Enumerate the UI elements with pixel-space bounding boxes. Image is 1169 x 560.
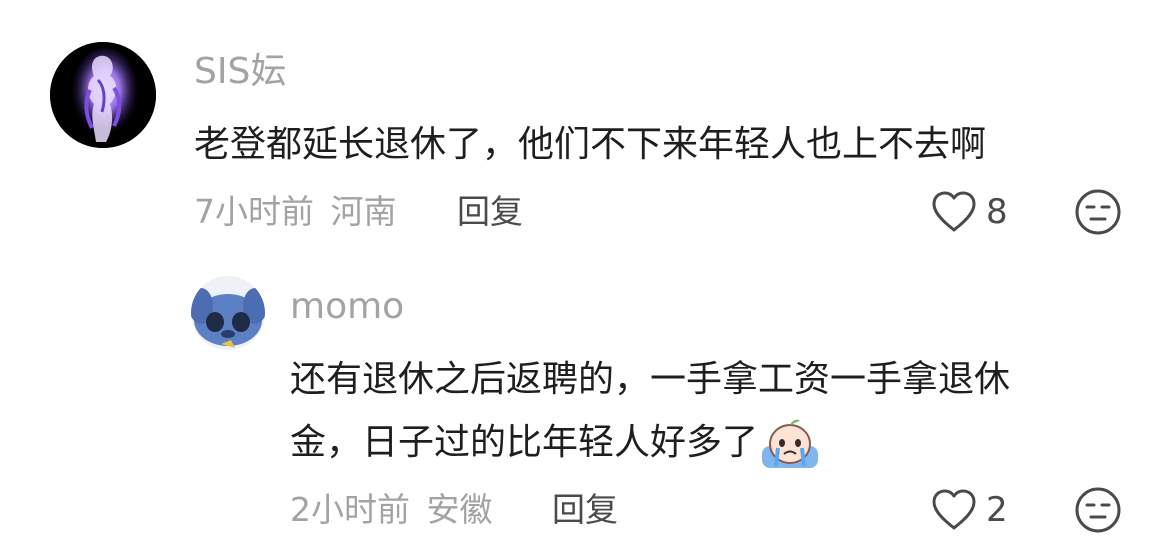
reply-dislike-button[interactable] bbox=[1074, 486, 1122, 534]
heart-icon bbox=[932, 191, 976, 232]
reply-username[interactable]: momo bbox=[290, 285, 404, 329]
comment-thread: SIS妘 老登都延长退休了，他们不下来年轻人也上不去啊 7小时前 河南 回复 8 bbox=[0, 0, 1169, 560]
reply-to-reply-button[interactable]: 回复 bbox=[552, 488, 618, 532]
reply-meta: 2小时前 安徽 bbox=[290, 488, 493, 532]
like-count: 8 bbox=[986, 192, 1008, 232]
user-avatar[interactable] bbox=[50, 42, 156, 148]
comment-username[interactable]: SIS妘 bbox=[194, 50, 286, 94]
dislike-button[interactable] bbox=[1074, 188, 1122, 236]
stitch-avatar-icon bbox=[191, 276, 265, 350]
reply-like-count: 2 bbox=[986, 490, 1008, 530]
reply-text-line1: 还有退休之后返聘的，一手拿工资一手拿退休 bbox=[290, 359, 1011, 400]
reply-user-avatar[interactable] bbox=[191, 276, 265, 350]
reply-button[interactable]: 回复 bbox=[457, 190, 523, 234]
comment-location: 河南 bbox=[330, 192, 397, 231]
comment-meta: 7小时前 河南 bbox=[194, 190, 397, 234]
reply-time: 2小时前 bbox=[290, 490, 410, 529]
reply-location: 安徽 bbox=[426, 490, 493, 529]
reply-text-line2-text: 金，日子过的比年轻人好多了 bbox=[290, 422, 759, 463]
crying-peach-emoji-icon bbox=[762, 419, 819, 468]
unamused-face-icon bbox=[1075, 487, 1121, 533]
reply-like-button[interactable]: 2 bbox=[930, 486, 1008, 534]
unamused-face-icon bbox=[1075, 189, 1121, 235]
reply-text-line2: 金，日子过的比年轻人好多了 bbox=[290, 409, 820, 477]
heart-icon bbox=[932, 489, 976, 530]
comment-time: 7小时前 bbox=[194, 192, 314, 231]
purple-figure-avatar-icon bbox=[50, 42, 156, 148]
comment-text: 老登都延长退休了，他们不下来年轻人也上不去啊 bbox=[194, 124, 987, 165]
like-button[interactable]: 8 bbox=[930, 188, 1008, 236]
